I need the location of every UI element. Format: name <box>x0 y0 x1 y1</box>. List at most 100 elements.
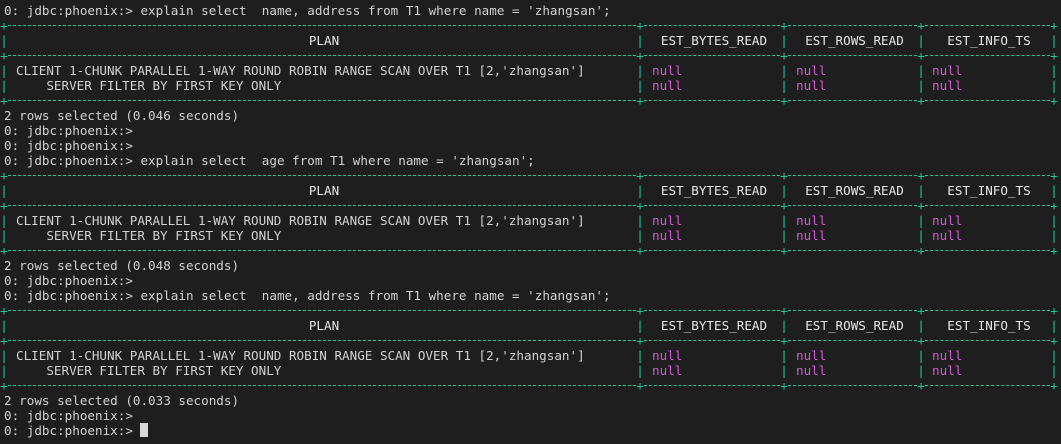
border-dash <box>925 55 1050 56</box>
border-dash <box>925 25 1050 26</box>
prompt-text: 0: jdbc:phoenix:> <box>4 423 141 438</box>
border-corner: + <box>917 243 925 258</box>
border-dash <box>788 340 917 341</box>
border-corner: + <box>0 168 8 183</box>
border-dash <box>644 55 780 56</box>
plan-cell: SERVER FILTER BY FIRST KEY ONLY <box>16 228 282 243</box>
column-divider: | <box>1050 228 1058 243</box>
border-corner: + <box>1050 168 1058 183</box>
border-corner: + <box>917 93 925 108</box>
border-corner: + <box>636 168 644 183</box>
border-corner: + <box>780 378 788 393</box>
column-divider: | <box>1050 183 1058 198</box>
table-header-row: | | | | | PLAN EST_BYTES_READ EST_ROWS_READ EST_… <box>0 318 1061 333</box>
border-corner: + <box>917 18 925 33</box>
text-cursor <box>140 423 149 437</box>
plan-cell: CLIENT 1-CHUNK PARALLEL 1-WAY ROUND ROBI… <box>16 63 585 78</box>
border-corner: + <box>636 93 644 108</box>
column-divider: | <box>636 363 644 378</box>
result-summary: 2 rows selected (0.033 seconds) <box>4 393 240 408</box>
column-divider: | <box>1050 33 1058 48</box>
null-value: null <box>796 348 827 363</box>
column-header: PLAN <box>308 318 340 333</box>
prompt-line: 0: jdbc:phoenix:> <box>4 408 133 423</box>
border-dash <box>644 25 780 26</box>
column-divider: | <box>780 348 788 363</box>
table-border: + + + + + <box>0 18 1061 33</box>
column-header: EST_INFO_TS <box>947 183 1031 198</box>
border-corner: + <box>917 198 925 213</box>
null-value: null <box>796 363 827 378</box>
null-value: null <box>652 348 683 363</box>
border-corner: + <box>1050 93 1058 108</box>
border-corner: + <box>1050 18 1058 33</box>
column-divider: | <box>1050 78 1058 93</box>
null-value: null <box>932 213 963 228</box>
column-divider: | <box>0 363 8 378</box>
command-line: 0: jdbc:phoenix:> explain select name, a… <box>4 288 611 303</box>
border-dash <box>925 340 1050 341</box>
column-divider: | <box>917 213 925 228</box>
border-dash <box>8 55 636 56</box>
border-dash <box>8 205 636 206</box>
border-dash <box>8 25 636 26</box>
column-divider: | <box>780 63 788 78</box>
column-divider: | <box>780 228 788 243</box>
border-dash <box>788 55 917 56</box>
null-value: null <box>652 78 683 93</box>
border-corner: + <box>780 48 788 63</box>
null-value: null <box>932 348 963 363</box>
column-divider: | <box>917 228 925 243</box>
plan-cell: SERVER FILTER BY FIRST KEY ONLY <box>16 363 282 378</box>
border-dash <box>925 310 1050 311</box>
column-divider: | <box>636 183 644 198</box>
border-corner: + <box>0 93 8 108</box>
table-border: + + + + + <box>0 48 1061 63</box>
table-border: + + + + + <box>0 93 1061 108</box>
border-corner: + <box>0 18 8 33</box>
border-corner: + <box>0 378 8 393</box>
null-value: null <box>796 63 827 78</box>
column-divider: | <box>0 63 8 78</box>
column-divider: | <box>636 78 644 93</box>
border-corner: + <box>0 48 8 63</box>
table-row: | | | | | CLIENT 1-CHUNK PARALLEL 1-WAY ROUND… <box>0 348 1061 363</box>
border-corner: + <box>0 303 8 318</box>
table-header-row: | | | | | PLAN EST_BYTES_READ EST_ROWS_READ EST_… <box>0 183 1061 198</box>
column-divider: | <box>636 228 644 243</box>
border-corner: + <box>780 168 788 183</box>
column-header: EST_ROWS_READ <box>805 33 904 48</box>
table-border: + + + + + <box>0 333 1061 348</box>
column-header: EST_BYTES_READ <box>660 183 768 198</box>
border-corner: + <box>1050 243 1058 258</box>
table-row: | | | | | SERVER FILTER BY FIRST KEY ONLY nul… <box>0 78 1061 93</box>
null-value: null <box>796 78 827 93</box>
border-corner: + <box>636 378 644 393</box>
column-divider: | <box>1050 318 1058 333</box>
active-prompt-line[interactable]: 0: jdbc:phoenix:> <box>4 423 1061 438</box>
border-dash <box>788 100 917 101</box>
plan-cell: CLIENT 1-CHUNK PARALLEL 1-WAY ROUND ROBI… <box>16 213 585 228</box>
border-dash <box>925 250 1050 251</box>
column-divider: | <box>780 363 788 378</box>
plan-cell: CLIENT 1-CHUNK PARALLEL 1-WAY ROUND ROBI… <box>16 348 585 363</box>
column-divider: | <box>780 183 788 198</box>
border-dash <box>644 310 780 311</box>
border-corner: + <box>636 48 644 63</box>
column-divider: | <box>0 228 8 243</box>
null-value: null <box>796 228 827 243</box>
column-divider: | <box>1050 213 1058 228</box>
terminal-window[interactable]: 0: jdbc:phoenix:> explain select name, a… <box>0 0 1061 444</box>
border-dash <box>788 385 917 386</box>
column-divider: | <box>917 33 925 48</box>
prompt-line: 0: jdbc:phoenix:> <box>4 138 133 153</box>
result-summary: 2 rows selected (0.046 seconds) <box>4 108 240 123</box>
column-divider: | <box>0 33 8 48</box>
column-divider: | <box>780 78 788 93</box>
border-corner: + <box>0 333 8 348</box>
null-value: null <box>932 63 963 78</box>
border-corner: + <box>917 333 925 348</box>
border-dash <box>925 385 1050 386</box>
border-dash <box>788 175 917 176</box>
command-line: 0: jdbc:phoenix:> explain select name, a… <box>4 3 611 18</box>
